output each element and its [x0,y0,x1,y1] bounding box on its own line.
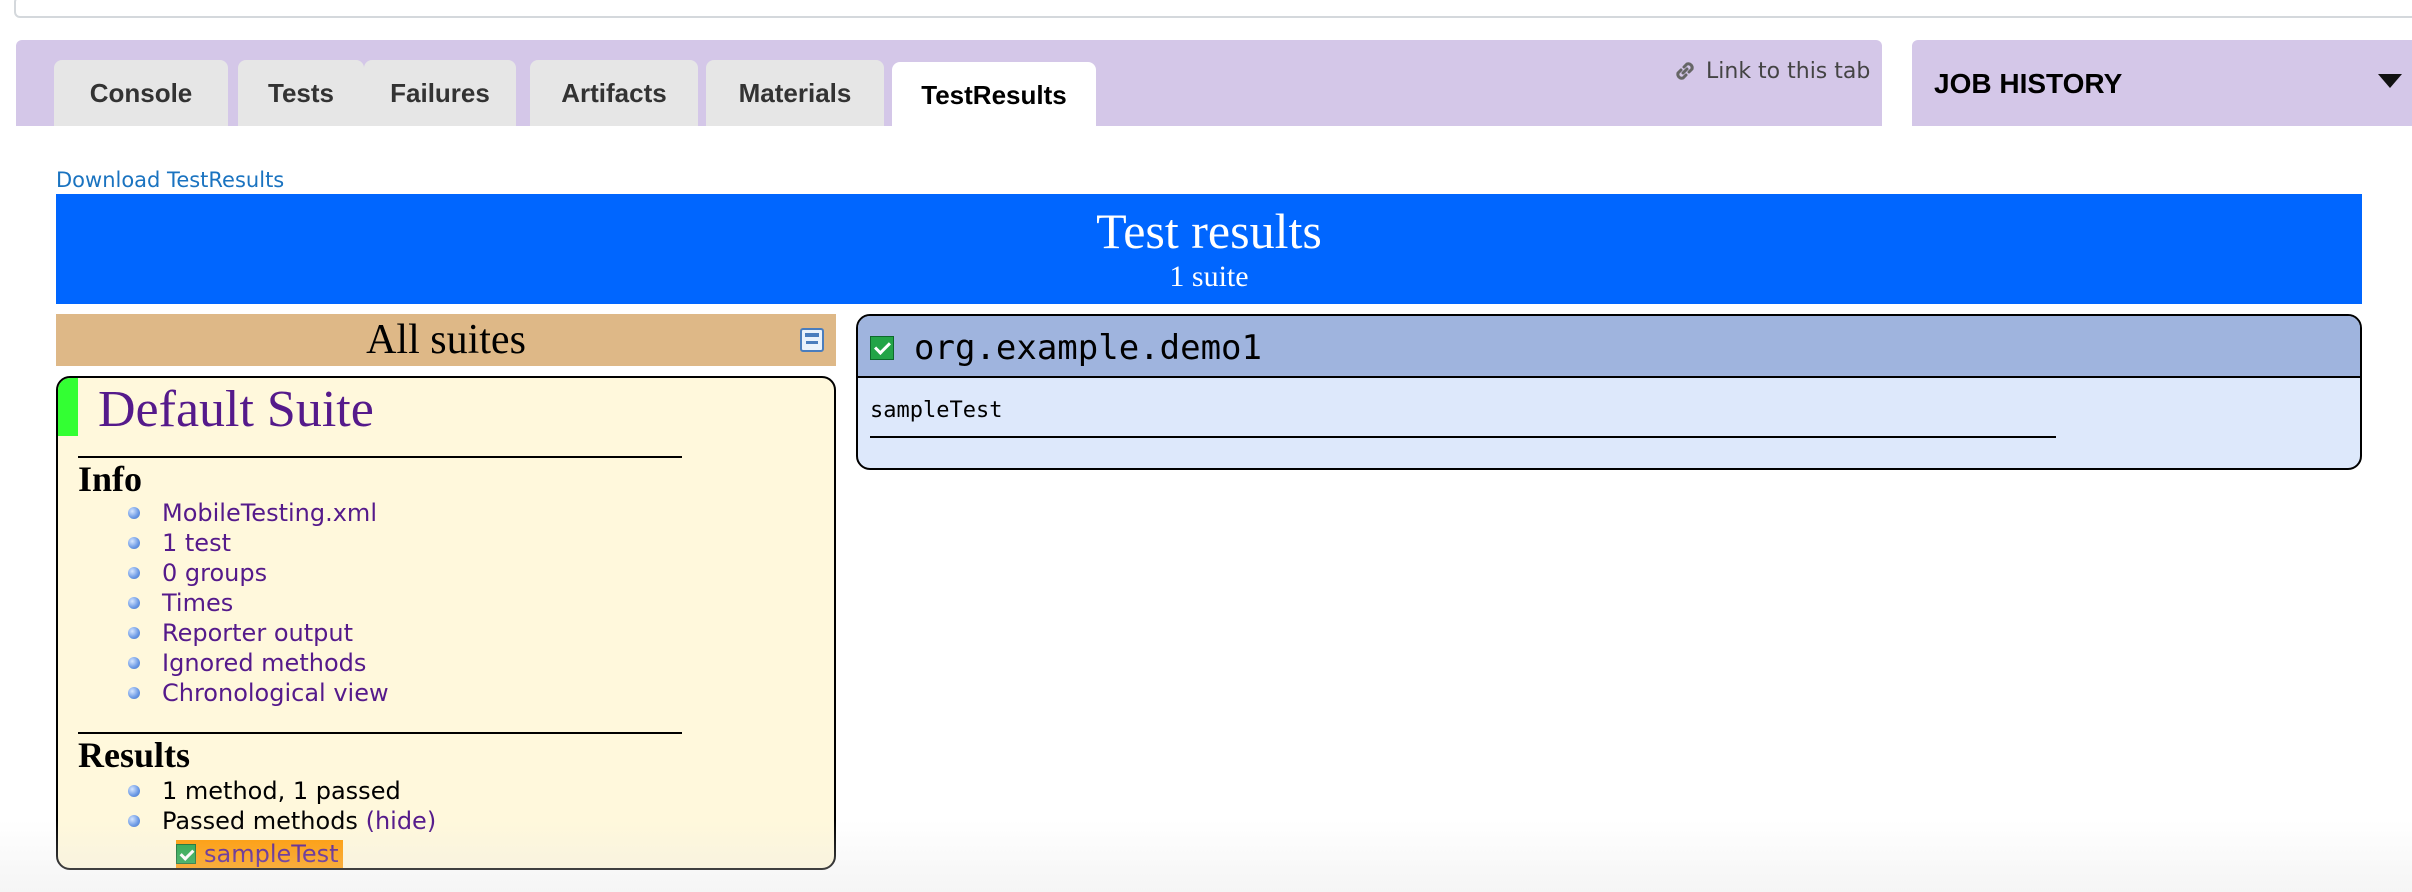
all-suites-title: All suites [366,317,526,363]
bullet-icon [128,507,140,519]
results-summary: 1 method, 1 passed [162,777,401,805]
suite-title[interactable]: Default Suite [98,380,374,439]
tab-bar: Console Tests Failures Artifacts Materia… [16,40,1882,128]
bullet-icon [128,537,140,549]
method-name[interactable]: sampleTest [870,398,1002,423]
tab-artifacts[interactable]: Artifacts [530,60,698,126]
top-search-bar[interactable] [14,0,2412,18]
tab-testresults[interactable]: TestResults [892,62,1096,128]
list-item[interactable]: Ignored methods [128,648,389,678]
bullet-icon [128,785,140,797]
list-item: 1 method, 1 passed [128,776,436,806]
class-name: org.example.demo1 [914,328,1262,368]
tab-failures[interactable]: Failures [364,60,516,126]
info-link[interactable]: Times [162,588,233,618]
info-link[interactable]: Chronological view [162,678,389,708]
info-heading: Info [78,459,143,499]
link-to-tab-label: Link to this tab [1706,58,1871,84]
tab-console[interactable]: Console [54,60,228,126]
info-link[interactable]: 1 test [162,528,231,558]
checkbox-checked-icon [870,336,894,360]
divider [870,436,2056,438]
bullet-icon [128,627,140,639]
link-icon [1676,62,1694,80]
chevron-down-icon[interactable] [2378,74,2402,88]
banner-subtitle: 1 suite [1169,260,1249,293]
info-link[interactable]: 0 groups [162,558,267,588]
bullet-icon [128,687,140,699]
all-suites-header: All suites [56,314,836,366]
list-item[interactable]: 1 test [128,528,389,558]
list-item[interactable]: MobileTesting.xml [128,498,389,528]
info-list: MobileTesting.xml 1 test 0 groups Times … [128,498,389,708]
results-heading: Results [78,735,191,775]
results-banner: Test results 1 suite [56,194,2362,304]
info-link[interactable]: MobileTesting.xml [162,498,377,528]
class-panel: org.example.demo1 sampleTest [856,314,2362,470]
job-history-title: JOB HISTORY [1934,68,2123,99]
list-item[interactable]: Times [128,588,389,618]
list-item[interactable]: Chronological view [128,678,389,708]
class-header: org.example.demo1 [858,316,2360,378]
download-testresults-link[interactable]: Download TestResults [56,168,284,192]
bullet-icon [128,597,140,609]
footer-fade [0,820,2412,892]
bullet-icon [128,657,140,669]
suite-status-accent [58,378,78,436]
tab-materials[interactable]: Materials [706,60,884,126]
divider [78,456,682,458]
collapse-icon[interactable] [800,328,824,352]
banner-title: Test results [1096,203,1322,259]
link-to-tab[interactable]: Link to this tab [1672,58,1870,84]
job-history-panel[interactable]: JOB HISTORY [1912,40,2412,126]
suite-panel: Default Suite Info MobileTesting.xml 1 t… [56,376,836,870]
tab-tests[interactable]: Tests [238,60,364,126]
bullet-icon [128,567,140,579]
info-link[interactable]: Ignored methods [162,648,366,678]
list-item[interactable]: 0 groups [128,558,389,588]
list-item[interactable]: Reporter output [128,618,389,648]
info-link[interactable]: Reporter output [162,618,353,648]
